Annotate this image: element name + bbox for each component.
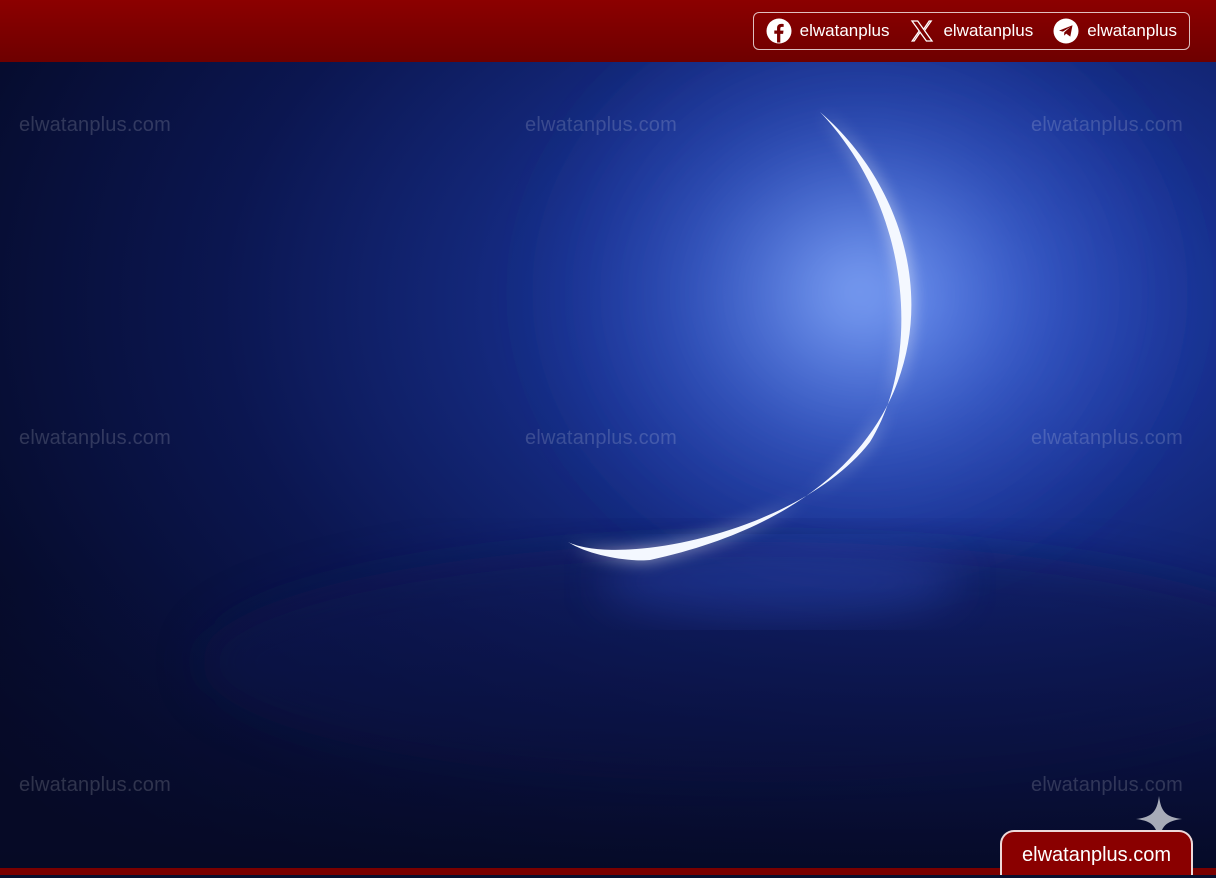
telegram-link[interactable]: elwatanplus — [1053, 18, 1177, 44]
x-label: elwatanplus — [943, 21, 1034, 40]
lower-shadow — [0, 582, 1216, 868]
watermark: elwatanplus.com — [19, 427, 171, 449]
watermark: elwatanplus.com — [19, 114, 171, 136]
watermark: elwatanplus.com — [19, 774, 171, 796]
crescent-moon-photo: elwatanplus.com elwatanplus.com elwatanp… — [0, 62, 1216, 868]
watermark: elwatanplus.com — [525, 427, 677, 449]
watermark: elwatanplus.com — [525, 114, 677, 136]
facebook-link[interactable]: elwatanplus — [766, 18, 890, 44]
x-link[interactable]: elwatanplus — [909, 18, 1033, 44]
telegram-icon — [1053, 18, 1079, 44]
facebook-icon — [766, 18, 792, 44]
watermark: elwatanplus.com — [1031, 114, 1183, 136]
social-links: elwatanplus elwatanplus elwatanplus — [752, 12, 1190, 50]
top-banner: elwatanplus elwatanplus elwatanplus — [0, 0, 1216, 62]
site-badge: elwatanplus.com — [1000, 830, 1193, 875]
telegram-label: elwatanplus — [1087, 21, 1177, 40]
watermark: elwatanplus.com — [1031, 427, 1183, 449]
x-icon — [909, 18, 935, 44]
facebook-label: elwatanplus — [799, 21, 890, 40]
